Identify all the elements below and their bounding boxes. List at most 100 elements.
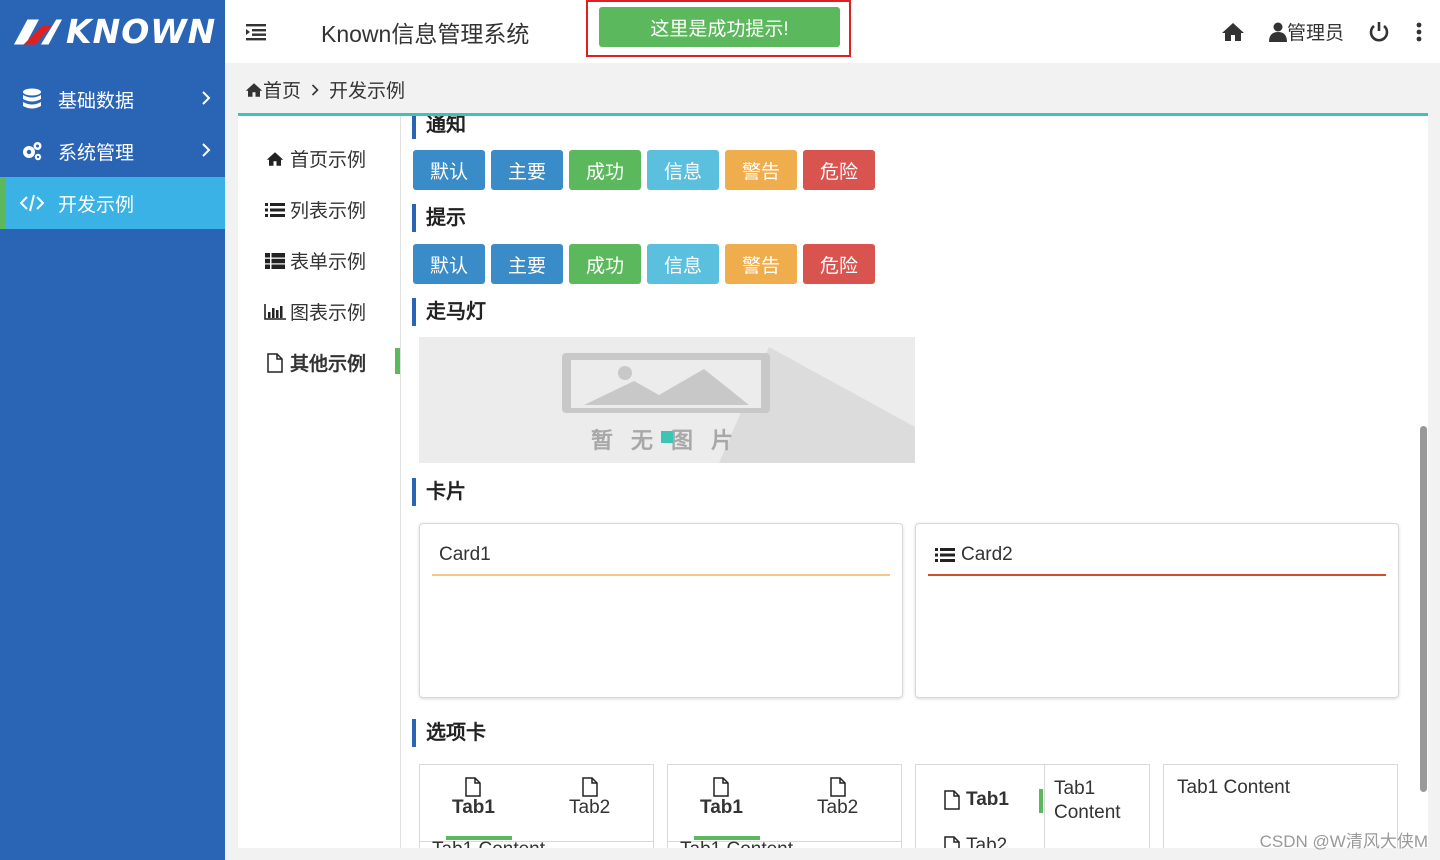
section-title-carousel: 走马灯 xyxy=(412,298,486,326)
tabs-example-top-2: Tab1 Tab2 Tab1 Content xyxy=(667,764,902,848)
tab-label: Tab2 xyxy=(569,797,611,818)
breadcrumb-current: 开发示例 xyxy=(329,81,406,102)
carousel-indicator[interactable] xyxy=(661,431,673,443)
app-title: Known信息管理系统 xyxy=(321,20,530,47)
tab-label: Tab1 xyxy=(700,797,743,818)
sidebar-item-system[interactable]: 系统管理 xyxy=(0,125,225,177)
user-menu[interactable]: 管理员 xyxy=(1268,18,1344,45)
tab-content-line: Content xyxy=(1054,802,1121,823)
subnav-item-form-example[interactable]: 表单示例 xyxy=(264,247,366,274)
tab-content: Tab1 Content xyxy=(432,839,545,848)
tabs-example-top-1: Tab1 Tab2 Tab1 Content xyxy=(419,764,654,848)
subnav-item-chart-example[interactable]: 图表示例 xyxy=(264,298,366,325)
sidebar-item-basic-data[interactable]: 基础数据 xyxy=(0,73,225,125)
tips-info-button[interactable]: 信息 xyxy=(647,244,719,284)
home-icon[interactable] xyxy=(1221,22,1245,42)
power-icon[interactable] xyxy=(1368,21,1390,43)
notice-warning-button[interactable]: 警告 xyxy=(725,150,797,190)
list-icon xyxy=(935,548,955,562)
watermark: CSDN @W清风大侠M xyxy=(1259,832,1428,851)
sidebar-item-dev-examples[interactable]: 开发示例 xyxy=(0,177,225,229)
tips-warning-button[interactable]: 警告 xyxy=(725,244,797,284)
tab-divider xyxy=(1044,765,1045,848)
chevron-right-icon xyxy=(202,91,211,105)
section-title-tips: 提示 xyxy=(412,204,466,232)
logo-text: KNOWN xyxy=(66,12,217,51)
tips-danger-button[interactable]: 危险 xyxy=(803,244,875,284)
database-icon xyxy=(20,87,44,111)
tab-content: Tab1 Content xyxy=(1054,777,1121,825)
file-icon xyxy=(829,777,846,797)
sidebar: KNOWN 基础数据 系统管理 开发示例 xyxy=(0,0,225,860)
list-icon xyxy=(264,199,286,221)
examples-content: 通知 默认 主要 成功 信息 警告 危险 提示 默认 主要 成功 信息 警告 危… xyxy=(412,116,1417,848)
tab-content: Tab1 Content xyxy=(680,839,793,848)
header-actions: 管理员 xyxy=(1221,0,1422,63)
subnav-label: 图表示例 xyxy=(290,303,367,324)
more-vertical-icon[interactable] xyxy=(1416,22,1422,42)
tab-2[interactable]: Tab2 xyxy=(944,835,1007,848)
file-icon xyxy=(713,777,730,797)
tab-1[interactable]: Tab1 xyxy=(944,789,1009,811)
user-name: 管理员 xyxy=(1286,23,1344,44)
notice-info-button[interactable]: 信息 xyxy=(647,150,719,190)
notice-primary-button[interactable]: 主要 xyxy=(491,150,563,190)
file-icon xyxy=(581,777,598,797)
breadcrumb: 首页 开发示例 xyxy=(245,76,405,103)
sidebar-item-label: 基础数据 xyxy=(58,90,135,112)
subnav-label: 其他示例 xyxy=(290,354,367,375)
logo: KNOWN xyxy=(0,0,225,63)
card-title: Card2 xyxy=(961,544,1013,565)
section-title-tabs: 选项卡 xyxy=(412,719,486,747)
home-icon xyxy=(245,82,263,97)
tab-label: Tab1 xyxy=(452,797,495,818)
tab-1[interactable]: Tab1 xyxy=(452,777,495,819)
tab-2[interactable]: Tab2 xyxy=(817,777,858,819)
section-title-notice: 通知 xyxy=(412,116,466,139)
sub-nav: 首页示例 列表示例 表单示例 图表示例 其他示例 xyxy=(238,116,401,848)
sidebar-item-label: 系统管理 xyxy=(58,142,135,164)
carousel[interactable]: 暂无图片 xyxy=(419,337,915,463)
file-icon xyxy=(944,790,960,810)
card-2: Card2 xyxy=(915,523,1399,698)
file-icon xyxy=(465,777,482,797)
th-list-icon xyxy=(264,250,286,272)
user-icon xyxy=(1268,22,1287,42)
top-header: Known信息管理系统 这里是成功提示! 管理员 xyxy=(225,0,1440,63)
subnav-item-home-example[interactable]: 首页示例 xyxy=(264,145,366,172)
tab-label: Tab1 xyxy=(966,789,1009,810)
notice-danger-button[interactable]: 危险 xyxy=(803,150,875,190)
main-panel: 首页示例 列表示例 表单示例 图表示例 其他示例 通知 默认 主要 成功 信息 … xyxy=(238,113,1428,848)
chevron-right-icon xyxy=(311,83,319,96)
tab-content: Tab1 Content xyxy=(1177,777,1291,798)
notice-default-button[interactable]: 默认 xyxy=(413,150,485,190)
tips-success-button[interactable]: 成功 xyxy=(569,244,641,284)
tab-label: Tab2 xyxy=(817,797,859,818)
cogs-icon xyxy=(20,139,44,163)
tips-primary-button[interactable]: 主要 xyxy=(491,244,563,284)
tab-content-line: Tab1 xyxy=(1054,778,1096,799)
notice-button-row: 默认 主要 成功 信息 警告 危险 xyxy=(413,150,881,190)
notice-success-button[interactable]: 成功 xyxy=(569,150,641,190)
card-header: Card1 xyxy=(432,536,890,576)
card-1: Card1 xyxy=(419,523,903,698)
menu-toggle-icon[interactable] xyxy=(246,22,270,42)
card-title: Card1 xyxy=(439,544,491,565)
breadcrumb-home[interactable]: 首页 xyxy=(263,76,301,103)
home-icon xyxy=(264,148,286,170)
tips-default-button[interactable]: 默认 xyxy=(413,244,485,284)
bar-chart-icon xyxy=(264,301,286,323)
subnav-item-list-example[interactable]: 列表示例 xyxy=(264,196,366,223)
success-toast: 这里是成功提示! xyxy=(599,7,840,47)
subnav-active-marker xyxy=(395,348,400,374)
subnav-label: 列表示例 xyxy=(290,201,367,222)
scrollbar-thumb[interactable] xyxy=(1420,426,1427,792)
subnav-label: 表单示例 xyxy=(290,252,367,273)
code-icon xyxy=(20,191,44,215)
subnav-item-other-example[interactable]: 其他示例 xyxy=(264,349,366,376)
tabs-example-left: Tab1 Tab2 Tab1 Content xyxy=(915,764,1150,848)
tab-active-indicator xyxy=(1039,789,1043,813)
tab-1[interactable]: Tab1 xyxy=(700,777,743,819)
subnav-label: 首页示例 xyxy=(290,150,367,171)
tab-2[interactable]: Tab2 xyxy=(569,777,610,819)
